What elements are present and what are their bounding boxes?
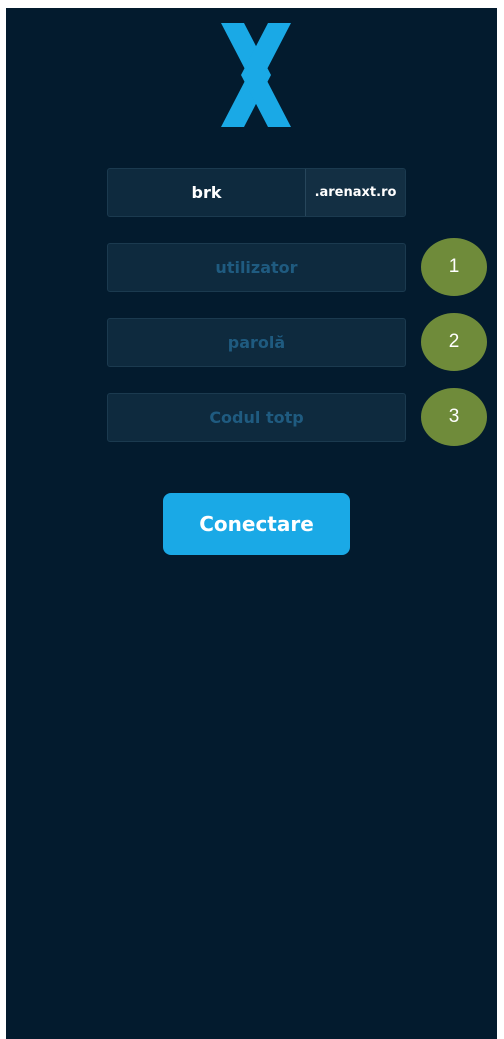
- x-logo-icon: [221, 23, 291, 127]
- step-badge-3: 3: [421, 388, 487, 446]
- step-badge-1: 1: [421, 238, 487, 296]
- password-input[interactable]: parolă: [107, 318, 406, 367]
- subdomain-input[interactable]: brk: [108, 169, 305, 216]
- step-badge-2: 2: [421, 313, 487, 371]
- username-input[interactable]: utilizator: [107, 243, 406, 292]
- domain-suffix-label: .arenaxt.ro: [305, 169, 405, 216]
- domain-field[interactable]: brk .arenaxt.ro: [107, 168, 406, 217]
- totp-input[interactable]: Codul totp: [107, 393, 406, 442]
- login-screen: brk .arenaxt.ro utilizator parolă Codul …: [6, 8, 497, 1039]
- login-button[interactable]: Conectare: [163, 493, 350, 555]
